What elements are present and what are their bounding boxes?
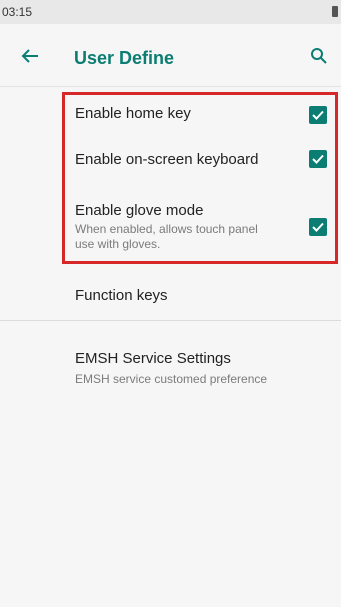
back-button[interactable]: [16, 42, 44, 70]
status-bar: 03:15: [0, 0, 341, 24]
checkbox-enable-onscreen-keyboard[interactable]: [309, 150, 327, 168]
battery-icon: [332, 6, 338, 17]
search-icon: [311, 48, 327, 64]
pref-enable-home-key[interactable]: Enable home key: [62, 92, 338, 138]
arrow-left-icon: [21, 49, 38, 63]
pref-title: Enable glove mode: [75, 202, 204, 219]
toolbar: User Define: [0, 24, 341, 88]
checkmark-icon: [312, 154, 324, 164]
pref-enable-glove-mode[interactable]: Enable glove mode When enabled, allows t…: [62, 190, 338, 262]
pref-summary: EMSH service customed preference: [75, 372, 268, 386]
pref-title: Function keys: [75, 287, 168, 304]
checkmark-icon: [312, 222, 324, 232]
pref-function-keys[interactable]: Function keys: [0, 272, 341, 318]
pref-title: Enable home key: [75, 105, 191, 122]
checkbox-enable-glove-mode[interactable]: [309, 218, 327, 236]
pref-summary: When enabled, allows touch panel use wit…: [75, 222, 258, 251]
pref-emsh-service-settings[interactable]: EMSH Service Settings EMSH service custo…: [0, 340, 341, 400]
pref-title: Enable on-screen keyboard: [75, 151, 259, 168]
toolbar-divider: [0, 86, 341, 87]
pref-enable-onscreen-keyboard[interactable]: Enable on-screen keyboard: [62, 138, 338, 184]
status-time: 03:15: [2, 5, 33, 19]
search-button[interactable]: [305, 42, 333, 70]
pref-title: EMSH Service Settings: [75, 350, 231, 367]
page-title: User Define: [74, 48, 175, 68]
checkmark-icon: [312, 110, 324, 120]
section-divider: [0, 320, 341, 321]
checkbox-enable-home-key[interactable]: [309, 106, 327, 124]
